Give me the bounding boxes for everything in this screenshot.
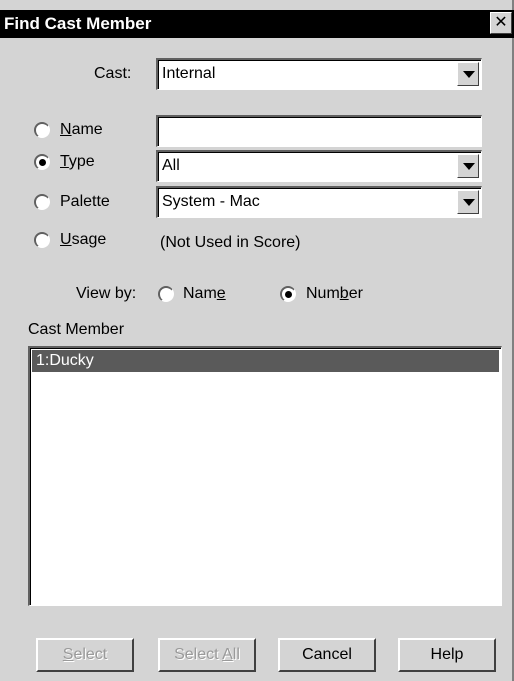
view-by-name-radio[interactable]: [158, 286, 174, 302]
cancel-button[interactable]: Cancel: [278, 638, 376, 672]
view-by-number-radio[interactable]: [280, 286, 296, 302]
view-by-label: View by:: [76, 285, 137, 302]
type-radio-label: Type: [60, 153, 95, 170]
cast-member-label: Cast Member: [28, 321, 125, 338]
palette-dropdown[interactable]: System - Mac: [156, 186, 482, 218]
find-cast-member-dialog: Find Cast Member ✕ Cast: Internal Name T…: [0, 0, 514, 681]
view-by-name-label: Name: [183, 285, 226, 302]
window-title: Find Cast Member: [4, 14, 152, 33]
palette-radio[interactable]: [34, 194, 50, 210]
cast-dropdown[interactable]: Internal: [156, 58, 482, 90]
name-radio[interactable]: [34, 122, 50, 138]
close-icon: ✕: [494, 14, 508, 31]
list-item[interactable]: 1:Ducky: [32, 350, 499, 372]
chevron-down-icon[interactable]: [457, 154, 479, 178]
cast-value: Internal: [162, 65, 216, 82]
help-button[interactable]: Help: [398, 638, 496, 672]
palette-radio-label: Palette: [60, 193, 110, 210]
usage-radio[interactable]: [34, 232, 50, 248]
type-radio[interactable]: [34, 154, 50, 170]
cast-label: Cast:: [94, 65, 132, 82]
name-radio-label: Name: [60, 121, 103, 138]
type-value: All: [162, 157, 180, 174]
view-by-number-label: Number: [306, 285, 363, 302]
usage-value: (Not Used in Score): [160, 234, 301, 251]
select-all-button[interactable]: Select All: [158, 638, 256, 672]
cast-member-list[interactable]: 1:Ducky: [28, 346, 502, 606]
select-button[interactable]: Select: [36, 638, 134, 672]
chevron-down-icon[interactable]: [457, 190, 479, 214]
close-button[interactable]: ✕: [490, 12, 512, 34]
palette-value: System - Mac: [162, 193, 260, 210]
name-input[interactable]: [156, 115, 482, 147]
chevron-down-icon[interactable]: [457, 62, 479, 86]
title-bar: Find Cast Member ✕: [0, 10, 514, 38]
type-dropdown[interactable]: All: [156, 150, 482, 182]
usage-radio-label: Usage: [60, 231, 107, 248]
